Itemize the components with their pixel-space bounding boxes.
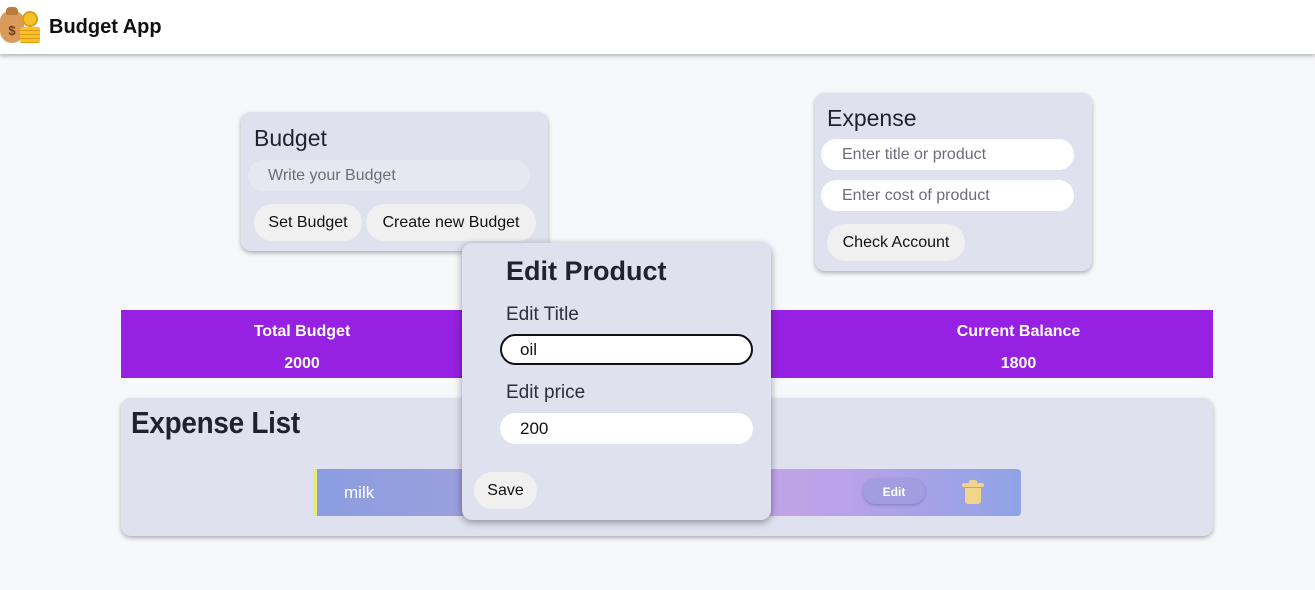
create-new-budget-button[interactable]: Create new Budget <box>366 204 536 241</box>
total-budget-value: 2000 <box>284 355 320 372</box>
expense-title-input[interactable] <box>821 139 1074 170</box>
app-title: Budget App <box>49 15 162 38</box>
expense-item-name: milk <box>344 483 375 502</box>
expense-cost-input[interactable] <box>821 180 1074 211</box>
expense-list-title: Expense List <box>131 405 300 440</box>
edit-product-title: Edit Product <box>506 256 667 286</box>
total-budget-label: Total Budget <box>253 323 351 340</box>
edit-price-label: Edit price <box>506 382 586 403</box>
set-budget-button[interactable]: Set Budget <box>254 204 362 241</box>
coin-stack-icon <box>20 11 40 43</box>
expense-card-title: Expense <box>827 105 917 131</box>
check-account-button[interactable]: Check Account <box>827 224 965 261</box>
budget-card-title: Budget <box>254 125 327 151</box>
edit-title-label: Edit Title <box>506 304 579 325</box>
save-button[interactable]: Save <box>474 472 537 509</box>
edit-price-input[interactable] <box>500 413 753 444</box>
budget-input[interactable] <box>248 160 530 191</box>
edit-product-modal: Edit Product Edit Title Edit price Save <box>462 243 771 520</box>
current-balance-value: 1800 <box>1000 355 1037 372</box>
trash-icon[interactable] <box>962 480 984 505</box>
current-balance-label: Current Balance <box>956 323 1081 340</box>
app-header: $ Budget App <box>0 0 1315 54</box>
edit-title-input[interactable] <box>500 334 753 365</box>
app-logo: $ <box>0 5 44 49</box>
expense-card: Expense Check Account <box>815 93 1092 271</box>
edit-expense-button[interactable]: Edit <box>863 479 925 504</box>
budget-card: Budget Set Budget Create new Budget <box>241 112 548 251</box>
